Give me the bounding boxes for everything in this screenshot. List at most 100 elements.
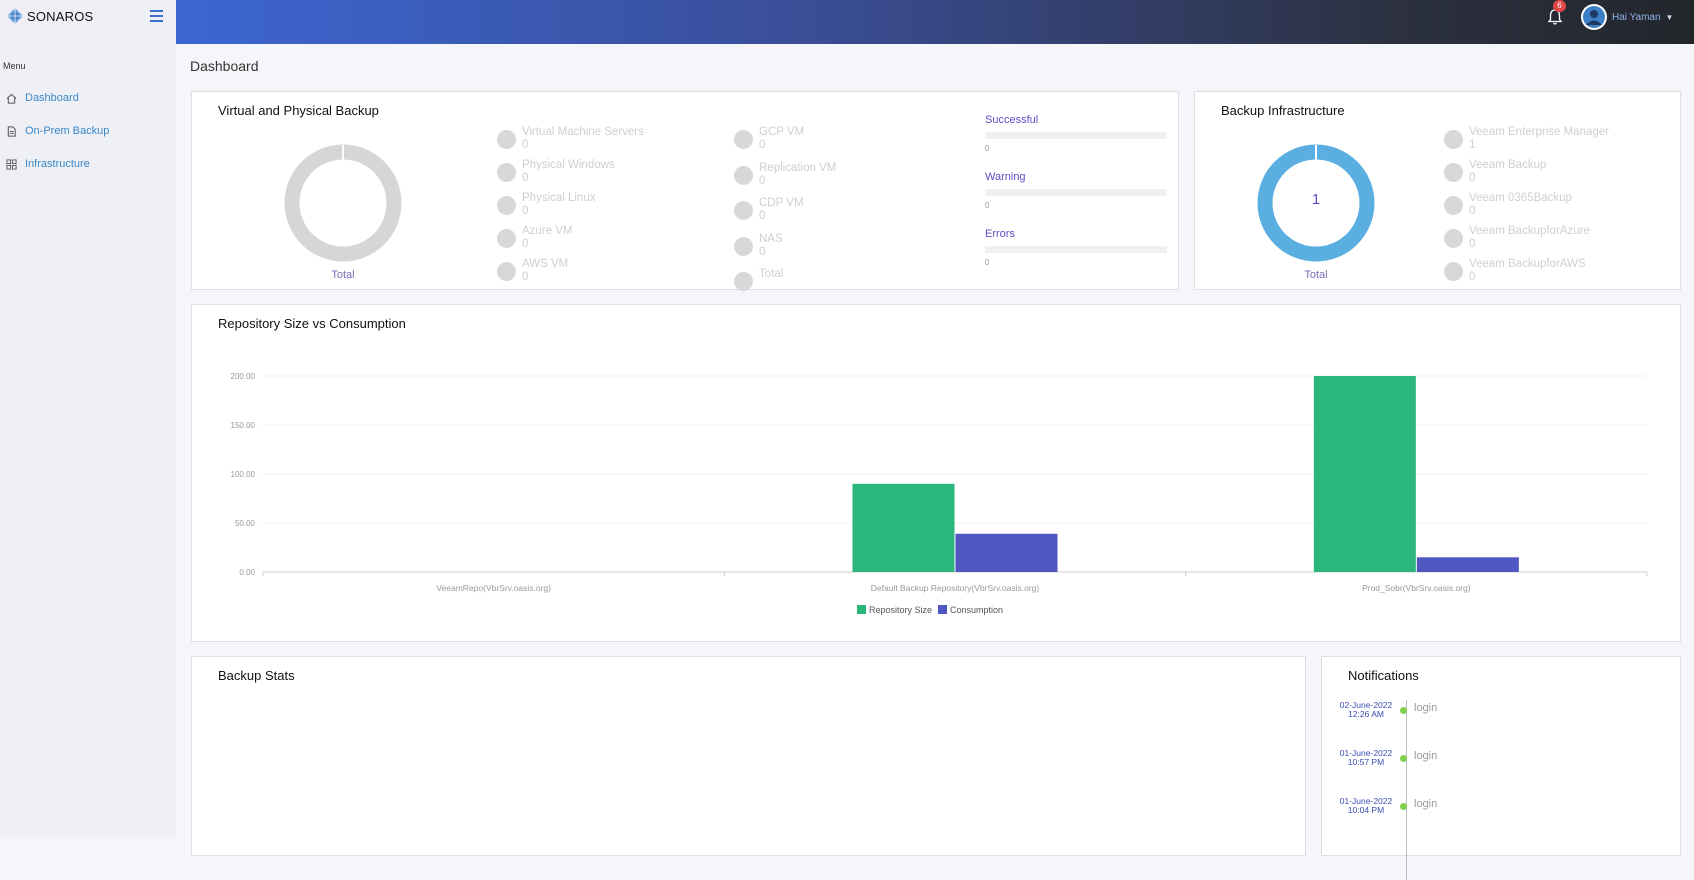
- y-tick-label: 0.00: [239, 568, 255, 577]
- backup-stats-card: Backup Stats: [191, 656, 1306, 856]
- legend-name: Physical Linux: [522, 192, 596, 204]
- stat-value: 0: [985, 144, 990, 153]
- bar-consumption[interactable]: [1416, 557, 1519, 572]
- legend-dot: [734, 272, 753, 291]
- legend-item: Total: [734, 268, 783, 291]
- grid-icon: [6, 158, 17, 170]
- stat-value: 0: [985, 258, 990, 267]
- repository-bar-chart: 0.00 50.00 100.00 150.00 200.00 VeeamRepo(Vbr…: [231, 372, 1648, 593]
- legend-item: GCP VM 0: [734, 126, 804, 152]
- legend-dot: [734, 130, 753, 149]
- legend-name: Virtual Machine Servers: [522, 126, 644, 138]
- notification-text: login: [1414, 798, 1438, 810]
- legend-item-consumption[interactable]: Consumption: [938, 605, 1003, 615]
- legend-value: 0: [522, 271, 529, 283]
- bar-repository-size[interactable]: [852, 483, 955, 572]
- legend-name: Veeam Backup: [1469, 159, 1547, 171]
- legend-item: Veeam 0365Backup 0: [1444, 192, 1572, 218]
- legend-value: 0: [759, 210, 766, 222]
- sidebar-item-dashboard[interactable]: Dashboard: [6, 92, 79, 104]
- notification-time: 10:04 PM: [1347, 805, 1385, 815]
- notification-time: 10:57 PM: [1347, 757, 1385, 767]
- vpb-donut-chart: [284, 144, 402, 262]
- backup-infrastructure-card: Backup Infrastructure 1 Total Veeam Ente…: [1194, 91, 1681, 290]
- chevron-down-icon: ▼: [1665, 12, 1674, 22]
- stat-name: Errors: [985, 228, 1015, 240]
- y-tick-label: 50.00: [235, 519, 256, 528]
- user-avatar-icon: [1583, 6, 1605, 28]
- legend-value: 0: [759, 139, 766, 151]
- y-tick-label: 150.00: [231, 421, 256, 430]
- notification-text: login: [1414, 750, 1438, 762]
- legend-item-repository-size[interactable]: Repository Size: [857, 605, 932, 615]
- x-category-label: Default Backup Repository(VbrSrv.oasis.o…: [871, 583, 1040, 593]
- bar-consumption[interactable]: [955, 533, 1058, 572]
- brand[interactable]: SONAROS: [7, 8, 93, 24]
- donut-label: Total: [331, 269, 355, 281]
- brand-logo-icon: [7, 8, 23, 24]
- notification-time: 12:26 AM: [1348, 709, 1384, 719]
- legend-name: Veeam BackupforAzure: [1469, 225, 1590, 237]
- sidebar-item-label: Dashboard: [25, 92, 79, 104]
- legend-value: 0: [1469, 238, 1476, 250]
- sidebar-item-on-prem-backup[interactable]: On-Prem Backup: [6, 125, 109, 137]
- topbar: [176, 0, 1694, 44]
- legend-dot: [497, 130, 516, 149]
- stat-value: 0: [985, 201, 990, 210]
- legend-dot: [1444, 163, 1463, 182]
- user-menu[interactable]: Hai Yaman ▼: [1581, 4, 1673, 30]
- avatar: [1581, 4, 1607, 30]
- card-title: Virtual and Physical Backup: [218, 103, 379, 118]
- bar-repository-size[interactable]: [1313, 376, 1416, 572]
- legend-name: Replication VM: [759, 161, 837, 174]
- stat-progress-bar: [985, 189, 1167, 196]
- timeline-dot: [1400, 803, 1407, 810]
- x-category-label: VeeamRepo(VbrSrv.oasis.org): [436, 583, 551, 593]
- stat-block: Errors 0: [985, 228, 1167, 267]
- notification-item[interactable]: 02-June-2022 12:26 AM login: [1336, 701, 1437, 719]
- legend-name: CDP VM: [759, 197, 804, 209]
- y-tick-label: 100.00: [231, 470, 256, 479]
- legend-name: NAS: [759, 232, 783, 245]
- legend-dot: [497, 229, 516, 248]
- notification-badge: 6: [1553, 0, 1566, 12]
- legend-item: Veeam BackupforAWS 0: [1444, 258, 1586, 284]
- legend-value: 1: [1469, 139, 1476, 151]
- stat-block: Warning 0: [985, 171, 1167, 210]
- sidebar-item-label: On-Prem Backup: [25, 125, 110, 137]
- y-tick-label: 200.00: [231, 372, 256, 381]
- notification-item[interactable]: 01-June-2022 10:04 PM login: [1336, 797, 1437, 815]
- legend-item: Physical Linux 0: [497, 192, 596, 218]
- page-title: Dashboard: [190, 58, 259, 74]
- stat-progress-bar: [985, 132, 1167, 139]
- legend-item: Physical Windows 0: [497, 159, 615, 185]
- legend-dot: [497, 163, 516, 182]
- legend-item: Virtual Machine Servers 0: [497, 126, 644, 152]
- notification-text: login: [1414, 702, 1438, 714]
- legend-name: Veeam BackupforAWS: [1469, 258, 1586, 270]
- legend-item: Veeam Enterprise Manager 1: [1444, 126, 1609, 152]
- legend-label: Repository Size: [869, 605, 933, 615]
- legend-value: 0: [759, 245, 766, 258]
- notification-item[interactable]: 01-June-2022 10:57 PM login: [1336, 749, 1437, 767]
- sidebar-item-infrastructure[interactable]: Infrastructure: [6, 158, 90, 170]
- legend-item: AWS VM 0: [497, 258, 568, 284]
- legend-item: Veeam Backup 0: [1444, 159, 1546, 185]
- legend-value: 0: [522, 172, 529, 184]
- card-title: Notifications: [1348, 668, 1419, 683]
- donut-value: 1: [1311, 191, 1321, 208]
- donut-label: Total: [1304, 269, 1328, 281]
- legend-value: 0: [1469, 205, 1476, 217]
- card-title: Backup Infrastructure: [1221, 103, 1345, 118]
- user-name: Hai Yaman: [1612, 11, 1661, 23]
- stat-name: Successful: [985, 114, 1039, 126]
- legend-label: Consumption: [950, 605, 1004, 615]
- legend-item: NAS 0: [734, 233, 783, 259]
- timeline-line: [1406, 700, 1407, 880]
- menu-toggle-icon[interactable]: [150, 10, 163, 25]
- legend-name: Veeam Enterprise Manager: [1469, 126, 1609, 138]
- legend-dot: [734, 236, 753, 256]
- legend-value: 0: [759, 174, 766, 187]
- legend-name: GCP VM: [759, 126, 805, 138]
- chart-legend: Repository Size Consumption: [857, 605, 1003, 615]
